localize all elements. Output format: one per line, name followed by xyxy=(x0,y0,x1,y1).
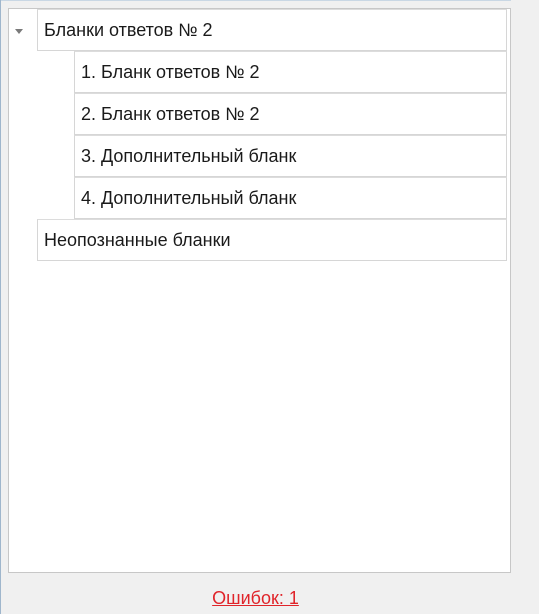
tree-node-child[interactable]: 2. Бланк ответов № 2 xyxy=(74,93,507,135)
window-top-edge xyxy=(0,0,539,1)
tree-node-label: 2. Бланк ответов № 2 xyxy=(81,103,260,124)
tree-node-answer-blanks[interactable]: Бланки ответов № 2 xyxy=(37,9,507,51)
tree-node-label: 1. Бланк ответов № 2 xyxy=(81,61,260,82)
tree-node-unrecognized-blanks[interactable]: Неопознанные бланки xyxy=(37,219,507,261)
tree-node-label: 3. Дополнительный бланк xyxy=(81,145,297,166)
tree-node-child[interactable]: 1. Бланк ответов № 2 xyxy=(74,51,507,93)
window-left-edge xyxy=(0,0,1,614)
panel-right-margin xyxy=(511,0,539,614)
tree-node-label: Неопознанные бланки xyxy=(44,229,231,250)
tree-node-label: Бланки ответов № 2 xyxy=(44,19,213,40)
chevron-down-icon[interactable] xyxy=(15,29,23,34)
tree-node-child[interactable]: 3. Дополнительный бланк xyxy=(74,135,507,177)
blank-tree-panel[interactable]: Бланки ответов № 2 1. Бланк ответов № 2 … xyxy=(8,8,511,573)
tree-node-label: 4. Дополнительный бланк xyxy=(81,187,297,208)
tree-node-child[interactable]: 4. Дополнительный бланк xyxy=(74,177,507,219)
errors-count-link[interactable]: Ошибок: 1 xyxy=(0,588,511,609)
